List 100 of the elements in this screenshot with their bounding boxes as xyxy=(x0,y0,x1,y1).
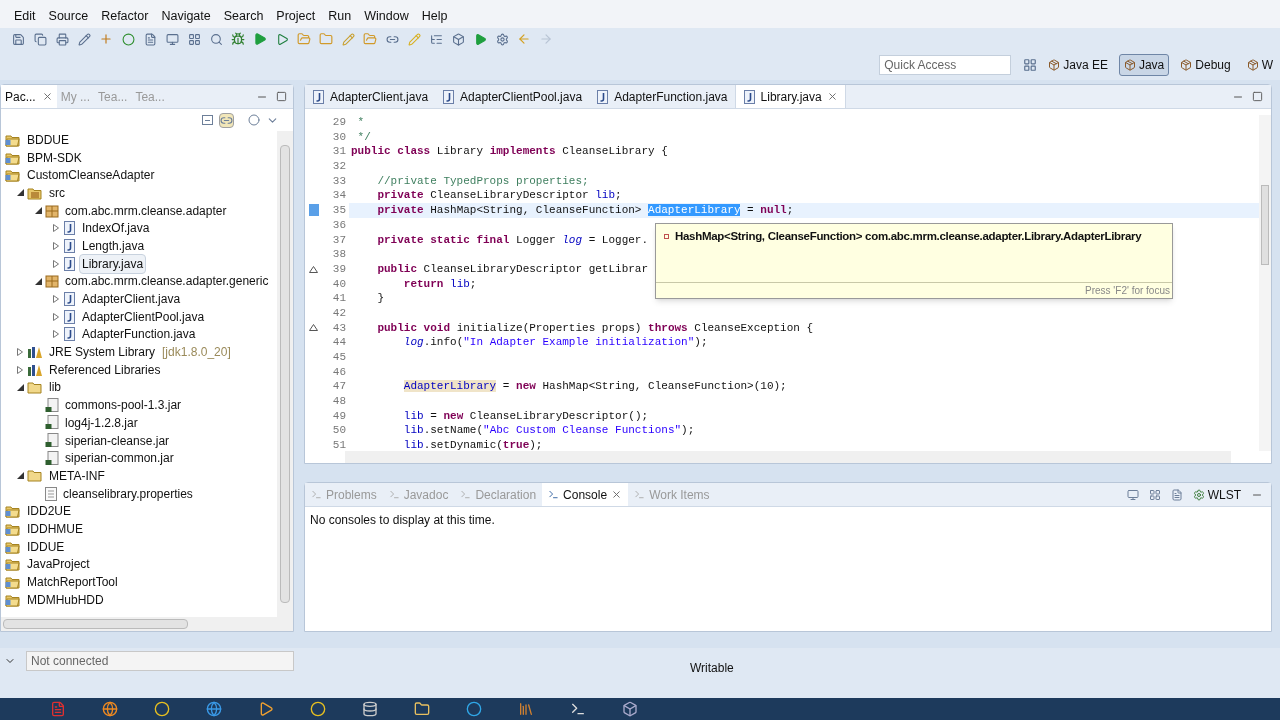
gear-icon xyxy=(1192,488,1205,501)
books-icon xyxy=(27,346,43,359)
tree-item[interactable]: BDDUE xyxy=(24,131,72,150)
code-token: = xyxy=(429,409,438,422)
view-icon xyxy=(311,489,322,500)
quick-access-field[interactable]: Quick Access xyxy=(879,55,1012,75)
database-icon[interactable] xyxy=(362,701,378,717)
view-icon xyxy=(548,489,560,500)
code-token: = xyxy=(501,380,511,393)
project-folder-icon xyxy=(5,521,21,536)
collapsed-arrow-icon[interactable] xyxy=(53,224,59,233)
app-icon[interactable] xyxy=(622,701,638,717)
tree-item[interactable]: Library.java xyxy=(79,253,147,274)
tree-item[interactable]: cleanselibrary.properties xyxy=(60,483,196,504)
menu-item[interactable]: Search xyxy=(217,7,270,26)
code-token: lib xyxy=(595,189,616,202)
editor-tab[interactable]: AdapterClientPool.java xyxy=(435,85,590,108)
line-number: 33 xyxy=(332,173,346,189)
project-folder-icon xyxy=(5,132,21,147)
editor-tab[interactable]: AdapterFunction.java xyxy=(589,85,735,108)
tree-item[interactable]: com.abc.mrm.cleanse.adapter xyxy=(62,200,230,221)
java-file-icon xyxy=(312,89,325,104)
collapsed-arrow-icon[interactable] xyxy=(53,241,59,250)
line-number: 41 xyxy=(332,291,346,306)
collapsed-arrow-icon[interactable] xyxy=(17,365,23,374)
code-token: CleanseLibraryDescriptor(); xyxy=(468,409,649,422)
code-token: Library xyxy=(435,145,485,158)
line-number: 36 xyxy=(332,217,346,233)
editor-tab[interactable]: Library.java xyxy=(734,85,846,108)
expanded-arrow-icon[interactable] xyxy=(16,383,24,391)
wlst-button[interactable]: WLST xyxy=(1192,485,1241,504)
tree-item[interactable]: IDDUE xyxy=(24,536,68,557)
perspective-button[interactable]: Debug xyxy=(1175,54,1236,76)
code-token: public class xyxy=(351,145,431,158)
java-file-icon xyxy=(742,89,756,104)
perspective-button[interactable]: Java xyxy=(1118,54,1170,76)
collapsed-arrow-icon[interactable] xyxy=(53,295,59,304)
line-number: 29 xyxy=(332,115,346,130)
media-player-icon[interactable] xyxy=(258,701,274,717)
code-token: HashMap<String, CleanseFunction>(10); xyxy=(541,380,787,393)
pdf-app-icon[interactable] xyxy=(50,701,66,717)
perspective-button[interactable]: W xyxy=(1241,54,1278,76)
project-folder-icon xyxy=(5,539,21,554)
menu-item[interactable]: Help xyxy=(415,7,454,26)
menu-item[interactable]: Edit xyxy=(8,7,42,26)
line-number: 37 xyxy=(332,232,346,248)
tree-item[interactable]: JavaProject xyxy=(24,554,93,575)
folder-icon[interactable] xyxy=(414,701,430,717)
line-number: 38 xyxy=(332,247,346,262)
menu-item[interactable]: Source xyxy=(42,7,95,26)
java-file-icon xyxy=(63,256,76,271)
new-console-icon xyxy=(1170,488,1183,501)
terminal-icon[interactable] xyxy=(570,701,586,717)
expanded-arrow-icon[interactable] xyxy=(16,472,24,480)
vertical-scrollbar[interactable] xyxy=(1259,115,1271,451)
tree-item[interactable]: BPM-SDK xyxy=(24,147,85,168)
tree-item[interactable]: siperian-cleanse.jar xyxy=(62,430,173,451)
expanded-arrow-icon[interactable] xyxy=(34,277,42,285)
collapsed-arrow-icon[interactable] xyxy=(53,259,59,268)
menu-item[interactable]: Window xyxy=(358,7,415,26)
code-token: HashMap<String, CleanseFunction> xyxy=(429,204,643,217)
code-token: = Logger. xyxy=(587,233,649,246)
view-tab[interactable]: Console xyxy=(542,483,629,506)
menu-item[interactable]: Run xyxy=(322,7,358,26)
expanded-arrow-icon[interactable] xyxy=(34,207,42,215)
jar-file-icon xyxy=(45,450,59,466)
horizontal-scrollbar[interactable] xyxy=(345,451,1231,463)
collapse-all-icon[interactable] xyxy=(202,115,213,125)
perspective-button[interactable]: Java EE xyxy=(1043,54,1113,76)
code-token: CleanseException { xyxy=(693,321,814,334)
tooltip-hint: Press 'F2' for focus xyxy=(1085,284,1170,298)
code-token: log xyxy=(402,336,424,349)
code-token: .setName( xyxy=(423,424,484,437)
open-perspective-icon[interactable] xyxy=(1023,58,1038,72)
line-number: 46 xyxy=(332,364,346,380)
view-tab[interactable]: Pac... xyxy=(1,85,57,108)
expanded-arrow-icon[interactable] xyxy=(16,189,24,197)
code-token: = xyxy=(746,204,755,217)
connection-field[interactable]: Not connected xyxy=(26,651,294,671)
tree-item[interactable]: com.abc.mrm.cleanse.adapter.generic xyxy=(62,271,272,292)
perspective-icon xyxy=(1246,59,1259,71)
menu-item[interactable]: Project xyxy=(270,7,322,26)
console-message: No consoles to display at this time. xyxy=(310,513,495,527)
code-token: //private TypedProps properties; xyxy=(376,174,589,187)
collapsed-arrow-icon[interactable] xyxy=(53,312,59,321)
menu-item[interactable]: Navigate xyxy=(155,7,217,26)
source-folder-icon xyxy=(27,185,43,200)
editor-tab[interactable]: AdapterClient.java xyxy=(305,85,436,108)
collapsed-arrow-icon[interactable] xyxy=(53,330,59,339)
tree-item[interactable]: lib xyxy=(46,377,64,398)
text-file-icon xyxy=(45,486,57,501)
collapsed-arrow-icon[interactable] xyxy=(17,348,23,357)
code-token: .setDynamic( xyxy=(423,439,503,451)
link-editor-icon[interactable] xyxy=(219,112,234,128)
java-file-icon xyxy=(63,238,76,253)
horizontal-scrollbar[interactable] xyxy=(1,617,293,631)
menu-item[interactable]: Refactor xyxy=(95,7,155,26)
vertical-scrollbar[interactable] xyxy=(277,131,293,617)
tree-item[interactable]: AdapterFunction.java xyxy=(79,324,199,345)
line-number: 50 xyxy=(332,423,346,439)
